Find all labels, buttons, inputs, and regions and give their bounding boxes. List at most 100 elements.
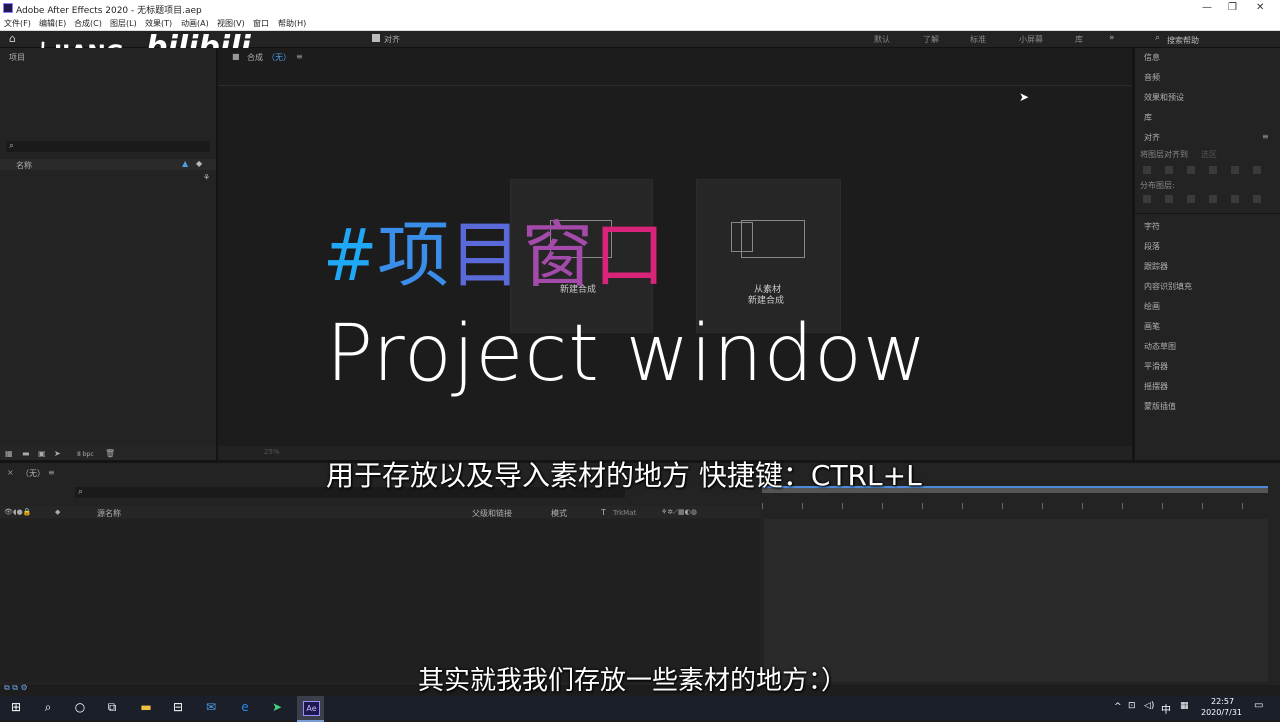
visibility-icons[interactable]: 👁◖●🔒 xyxy=(4,508,31,516)
project-search-input[interactable] xyxy=(6,141,210,152)
panel-audio[interactable]: 音频 xyxy=(1144,72,1160,83)
menu-help[interactable]: 帮助(H) xyxy=(278,18,306,29)
menu-animation[interactable]: 动画(A) xyxy=(181,18,209,29)
ime-indicator[interactable]: 中 xyxy=(1161,701,1171,716)
comp-name: （无） xyxy=(267,53,291,62)
panel-menu-icon[interactable]: ≡ xyxy=(48,468,55,477)
maximize-button[interactable]: ❐ xyxy=(1228,2,1237,13)
timeline-comp-name[interactable]: （无） xyxy=(21,468,45,479)
column-mode[interactable]: 模式 xyxy=(551,508,567,519)
clock-date[interactable]: 2020/7/31 xyxy=(1201,708,1242,717)
switches-icons[interactable]: ⚘✲⟋▦◐◍ xyxy=(661,508,697,517)
menu-edit[interactable]: 编辑(E) xyxy=(39,18,66,29)
panel-info[interactable]: 信息 xyxy=(1144,52,1160,63)
label-tag-icon[interactable]: ◆ xyxy=(196,159,202,168)
task-view-icon[interactable]: ⧉ xyxy=(104,700,120,716)
panel-menu-icon[interactable]: ≡ xyxy=(296,52,303,61)
menu-layer[interactable]: 图层(L) xyxy=(110,18,137,29)
right-panel: 信息 音频 效果和预设 库 对齐 ≡ 将图层对齐到 选区 分布图层: 字符 段落… xyxy=(1135,48,1280,460)
flowchart-icon[interactable]: ⚘ xyxy=(203,173,210,182)
input-mode-icon[interactable]: ▦ xyxy=(1180,701,1189,711)
timeline-footer-icons[interactable]: ⧉ ⧉ ⚙ xyxy=(4,683,28,693)
comp-panel-title[interactable]: 合成 xyxy=(247,52,263,63)
align-buttons[interactable] xyxy=(1143,166,1273,174)
timeline-graph-area[interactable] xyxy=(764,519,1268,682)
network-icon[interactable]: ⊡ xyxy=(1128,701,1136,711)
column-source-name[interactable]: 源名称 xyxy=(97,508,121,519)
overlay-char-chuang: 窗 xyxy=(521,213,594,297)
panel-align[interactable]: 对齐 xyxy=(1144,132,1160,143)
workspace-default[interactable]: 默认 xyxy=(874,34,890,45)
panel-mask-interpolation[interactable]: 蒙版插值 xyxy=(1144,401,1176,412)
panel-wiggler[interactable]: 摇摆器 xyxy=(1144,381,1168,392)
panel-libraries[interactable]: 库 xyxy=(1144,112,1152,123)
more-workspaces-icon[interactable]: » xyxy=(1109,33,1115,43)
overlay-char-mu: 目 xyxy=(449,213,522,297)
menu-window[interactable]: 窗口 xyxy=(253,18,269,29)
panel-tracker[interactable]: 跟踪器 xyxy=(1144,261,1168,272)
workspace-small-screen[interactable]: 小屏幕 xyxy=(1019,34,1043,45)
layer-list[interactable] xyxy=(0,519,760,682)
panel-menu-icon[interactable]: ≡ xyxy=(1262,132,1269,141)
panel-content-aware-fill[interactable]: 内容识别填充 xyxy=(1144,281,1192,292)
app-arrow-icon[interactable]: ➤ xyxy=(269,700,285,716)
snap-checkbox[interactable] xyxy=(372,34,380,42)
time-ruler[interactable] xyxy=(762,503,1268,509)
render-icon[interactable]: ➤ xyxy=(54,449,61,458)
minimize-button[interactable]: — xyxy=(1202,2,1212,13)
column-parent[interactable]: 父级和链接 xyxy=(472,508,512,519)
column-name[interactable]: 名称 xyxy=(16,160,32,171)
sort-ascending-icon[interactable]: ▲ xyxy=(182,159,188,168)
lock-icon[interactable]: ■ xyxy=(232,52,240,61)
workspace-libraries[interactable]: 库 xyxy=(1075,34,1083,45)
menu-effect[interactable]: 效果(T) xyxy=(145,18,172,29)
search-icon[interactable]: ⌕ xyxy=(40,700,56,716)
close-tab-icon[interactable]: × xyxy=(7,468,14,477)
search-help-input[interactable]: 搜索帮助 xyxy=(1167,35,1199,46)
project-panel-title[interactable]: 项目 xyxy=(9,52,25,63)
file-explorer-icon[interactable]: ▬ xyxy=(138,700,154,716)
workspace-learn[interactable]: 了解 xyxy=(923,34,939,45)
clock-time[interactable]: 22:57 xyxy=(1211,697,1234,706)
distribute-layers-label: 分布图层: xyxy=(1140,181,1175,190)
overlay-english-title: Project window xyxy=(326,309,928,399)
workspace-standard[interactable]: 标准 xyxy=(970,34,986,45)
divider xyxy=(218,85,1132,86)
column-t[interactable]: T xyxy=(601,508,606,517)
close-button[interactable]: ✕ xyxy=(1256,2,1264,13)
panel-effects-presets[interactable]: 效果和预设 xyxy=(1144,92,1184,103)
tray-chevron-icon[interactable]: ^ xyxy=(1114,702,1122,712)
new-composition-icon[interactable]: ▣ xyxy=(38,449,46,458)
edge-icon[interactable]: e xyxy=(237,700,253,716)
menu-view[interactable]: 视图(V) xyxy=(217,18,245,29)
panel-paint[interactable]: 绘画 xyxy=(1144,301,1160,312)
subtitle-top: 用于存放以及导入素材的地方 快捷键：CTRL+L xyxy=(326,459,922,492)
column-trkmat[interactable]: TrkMat xyxy=(613,509,636,517)
distribute-buttons[interactable] xyxy=(1143,195,1273,203)
panel-brushes[interactable]: 画笔 xyxy=(1144,321,1160,332)
menu-composition[interactable]: 合成(C) xyxy=(74,18,102,29)
notifications-icon[interactable]: ▭ xyxy=(1254,700,1263,711)
mail-icon[interactable]: ✉ xyxy=(203,700,219,716)
home-icon[interactable]: ⌂ xyxy=(9,32,16,45)
windows-start-icon[interactable]: ⊞ xyxy=(8,700,24,716)
after-effects-taskbar-button[interactable]: Ae xyxy=(297,696,324,722)
panel-paragraph[interactable]: 段落 xyxy=(1144,241,1160,252)
zoom-level[interactable]: 25% xyxy=(264,448,280,456)
cortana-icon[interactable]: ○ xyxy=(72,700,88,716)
panel-smoother[interactable]: 平滑器 xyxy=(1144,361,1168,372)
volume-icon[interactable]: ◁) xyxy=(1144,701,1154,711)
search-icon: ⌕ xyxy=(1155,33,1161,43)
title-bar: Adobe After Effects 2020 - 无标题项目.aep — ❐… xyxy=(0,0,1280,16)
menu-file[interactable]: 文件(F) xyxy=(4,18,31,29)
label-tag-icon[interactable]: ◆ xyxy=(55,508,60,516)
bpc-label[interactable]: 8 bpc xyxy=(77,451,94,458)
interpret-footage-icon[interactable]: ▦ xyxy=(5,449,13,458)
trash-icon[interactable]: 🗑 xyxy=(105,449,115,458)
store-icon[interactable]: ⊟ xyxy=(170,700,186,716)
align-to-dropdown[interactable]: 选区 xyxy=(1201,149,1217,160)
new-folder-icon[interactable]: ▬ xyxy=(22,449,30,458)
snap-label: 对齐 xyxy=(384,35,400,44)
panel-motion-sketch[interactable]: 动态草图 xyxy=(1144,341,1176,352)
panel-character[interactable]: 字符 xyxy=(1144,221,1160,232)
